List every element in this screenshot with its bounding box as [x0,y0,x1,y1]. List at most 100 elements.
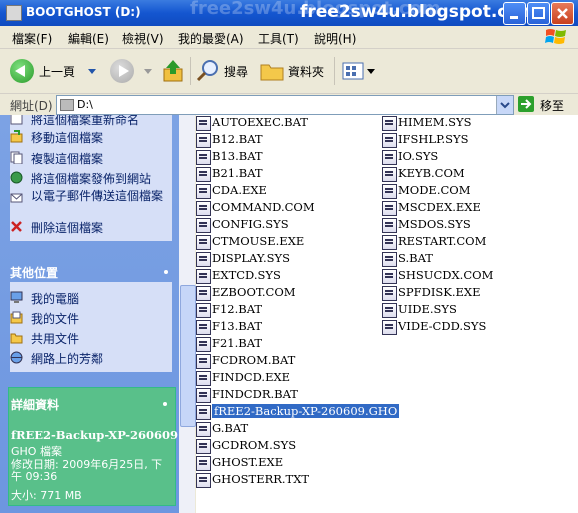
forward-button[interactable] [110,57,134,85]
chevron-down-icon [144,68,152,74]
delete-icon [11,221,22,232]
rename-icon [10,115,23,125]
file-name: EZBOOT.COM [212,285,296,299]
scrollbar-thumb[interactable] [180,285,196,427]
file-icon [196,405,211,420]
details-filename: fREE2-Backup-XP-260609 [11,428,179,442]
file-name: GHOST.EXE [212,455,284,469]
task-pane: 將這個檔案重新命名 移動這個檔案 複製這個檔案 將這個檔案發佈到網站 以電子郵件… [0,115,180,513]
menu-edit[interactable]: 編輯(E) [68,30,109,47]
file-icon [196,286,211,301]
file-icon [382,286,397,301]
up-folder-icon [163,60,183,82]
publish-icon [10,171,23,184]
file-name: VIDE-CDD.SYS [398,319,487,333]
chevron-down-icon [367,68,375,74]
forward-arrow-icon [110,59,134,83]
file-icon [382,201,397,216]
file-name: F13.BAT [212,319,263,333]
details-panel: 詳細資料 fREE2-Backup-XP-260609 GHO 檔案 修改日期:… [8,387,179,506]
task-pane-scrollbar[interactable] [179,115,196,513]
file-icon [196,422,211,437]
file-icon [382,235,397,250]
file-icon [196,371,211,386]
documents-icon [10,311,23,324]
explorer-window: BOOTGHOST (D:) free2sw4u.blogspot.com fr… [0,0,578,513]
file-icon [196,269,211,284]
forward-dropdown[interactable] [144,57,152,85]
windows-logo-icon [545,29,566,44]
collapse-icon[interactable] [163,402,167,406]
collapse-icon[interactable] [164,270,168,274]
file-icon [382,269,397,284]
file-icon [382,184,397,199]
file-name: DISPLAY.SYS [212,251,290,265]
file-name: F12.BAT [212,302,263,316]
file-name: B13.BAT [212,149,263,163]
go-arrow-icon[interactable] [518,96,534,112]
copy-icon [10,151,23,164]
search-button[interactable]: 搜尋 [196,57,248,85]
file-name: fREE2-Backup-XP-260609.GHO [212,404,400,418]
file-name: KEYB.COM [398,166,465,180]
file-name: COMMAND.COM [212,200,315,214]
file-name: SHSUCDX.COM [398,268,494,282]
details-title[interactable]: 詳細資料 [11,396,59,413]
file-name: CDA.EXE [212,183,267,197]
file-name: IO.SYS [398,149,439,163]
file-name: F21.BAT [212,336,263,350]
close-button[interactable] [551,2,574,25]
other-places-title[interactable]: 其他位置 [10,264,58,281]
file-icon [196,439,211,454]
file-icon [196,388,211,403]
file-icon [382,150,397,165]
details-modified: 修改日期: 2009年6月25日, 下午 09:36 [11,458,163,483]
back-button[interactable]: 上一頁 [10,57,75,85]
move-icon [10,130,23,143]
address-dropdown[interactable] [496,96,513,114]
minimize-icon [510,16,518,19]
menu-help[interactable]: 說明(H) [314,30,356,47]
go-button[interactable]: 移至 [540,97,564,114]
file-name: S.BAT [398,251,433,265]
file-icon [382,116,397,131]
file-icon [196,456,211,471]
back-arrow-icon [10,59,34,83]
shared-folder-icon [10,333,23,344]
file-list: AUTOEXEC.BAT B12.BAT B13.BAT B21.BAT CDA.EXE… [196,115,578,513]
minimize-button[interactable] [503,2,526,25]
file-icon [196,320,211,335]
menu-tools[interactable]: 工具(T) [258,30,299,47]
maximize-button[interactable] [527,2,550,25]
views-button[interactable] [342,57,375,85]
file-icon [382,320,397,335]
file-icon [196,303,211,318]
file-name: B21.BAT [212,166,263,180]
drive-icon [60,99,74,111]
title-bar[interactable]: BOOTGHOST (D:) free2sw4u.blogspot.com fr… [0,0,578,26]
folders-label: 資料夾 [288,64,325,79]
menu-favorites[interactable]: 我的最愛(A) [178,30,244,47]
file-name: FCDROM.BAT [212,353,296,367]
file-name: HIMEM.SYS [398,115,472,129]
window-title: BOOTGHOST (D:) [26,5,141,19]
menu-view[interactable]: 檢視(V) [122,30,164,47]
file-name: FINDCD.EXE [212,370,291,384]
folders-button[interactable]: 資料夾 [260,57,324,85]
file-icon [196,235,211,250]
file-name: MODE.COM [398,183,471,197]
file-icon [196,167,211,182]
file-name: MSDOS.SYS [398,217,471,231]
address-label: 網址(D) [10,99,53,113]
search-icon [196,60,218,82]
file-name: B12.BAT [212,132,263,146]
email-icon [10,193,23,203]
file-name: SPFDISK.EXE [398,285,481,299]
up-folder-button[interactable] [162,57,184,85]
chevron-down-icon [500,102,510,109]
back-dropdown[interactable] [88,57,96,85]
address-input[interactable]: D:\ [56,95,514,115]
back-label: 上一頁 [39,64,76,79]
menu-file[interactable]: 檔案(F) [12,30,52,47]
file-icon [382,303,397,318]
